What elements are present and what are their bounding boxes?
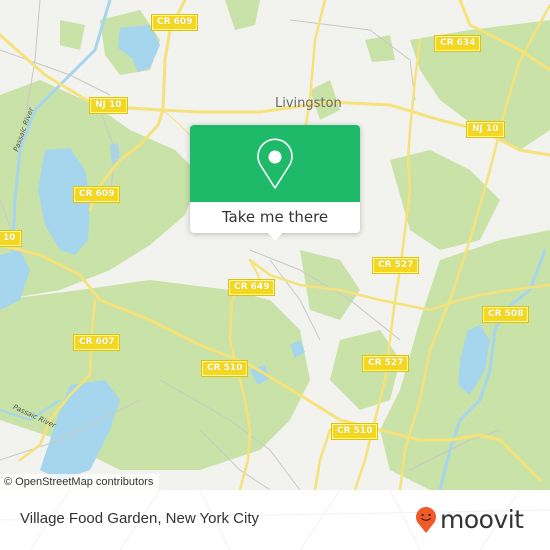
road-shield-cr527: CR 527 [371,257,420,274]
road-shield-cr634: CR 634 [433,35,482,52]
road-shield-cr508: CR 508 [481,306,530,323]
map-view[interactable]: Livingston Passaic River Passaic River C… [0,0,550,490]
road-shield-cr607: CR 607 [72,334,121,351]
place-label-livingston: Livingston [275,96,342,111]
location-title: Village Food Garden, New York City [20,510,260,527]
road-shield-cr609: CR 609 [72,186,121,203]
map-tiles [0,0,550,490]
road-shield-nj10: 10 [0,230,22,247]
road-shield-cr510: CR 510 [330,423,379,440]
road-shield-nj10: NJ 10 [89,97,128,114]
road-shield-nj10: NJ 10 [466,121,505,138]
map-pin-icon [257,138,293,189]
directions-popup: Take me there [190,125,360,241]
road-shield-cr527: CR 527 [361,355,410,372]
popup-pointer [267,232,283,241]
moovit-smiley-pin-icon [416,507,436,533]
moovit-logo[interactable]: moovit [415,506,524,534]
moovit-wordmark: moovit [440,505,524,534]
take-me-there-button[interactable]: Take me there [190,202,360,233]
popup-header [190,125,360,202]
road-shield-cr510: CR 510 [200,360,249,377]
road-shield-cr609: CR 609 [150,14,199,31]
map-attribution[interactable]: © OpenStreetMap contributors [0,474,160,490]
road-shield-cr649: CR 649 [227,279,276,296]
footer: Village Food Garden, New York City moovi… [0,490,550,550]
